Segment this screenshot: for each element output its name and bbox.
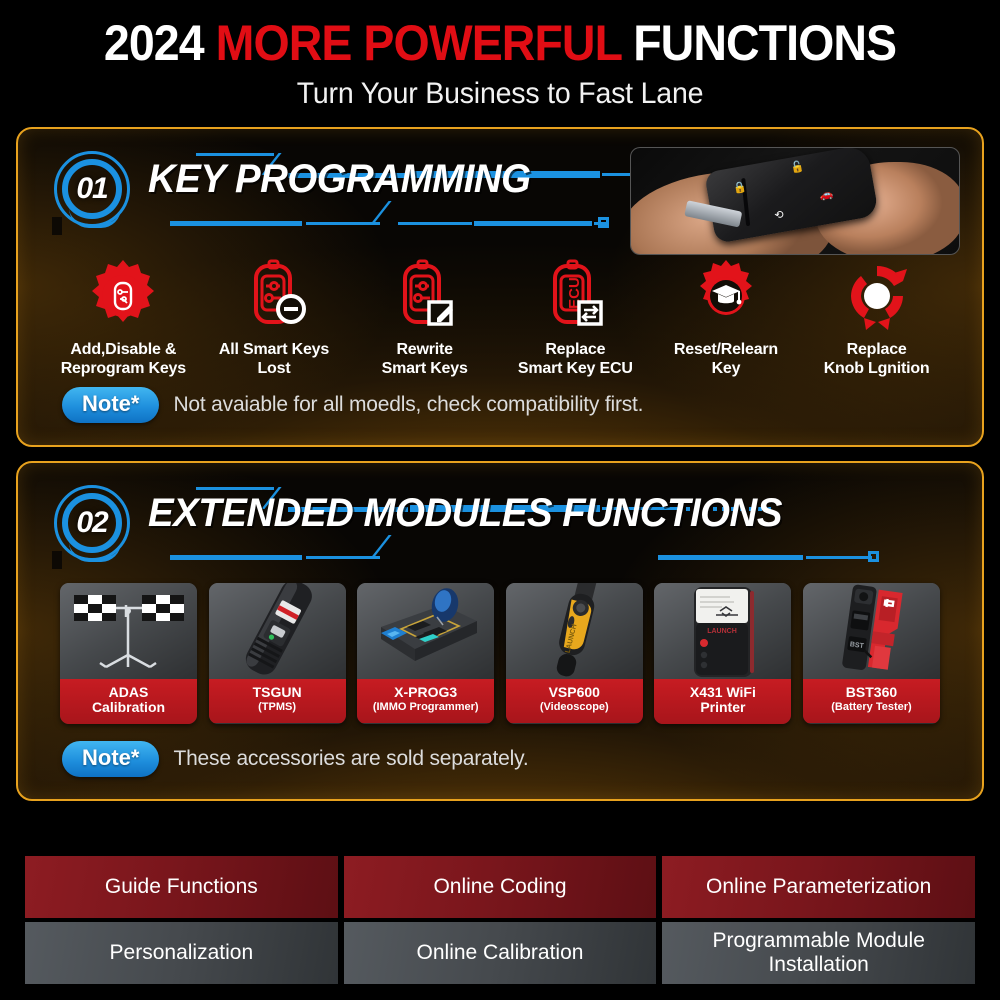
title-year: 2024 [103,15,205,71]
grid-cell-online-parameterization[interactable]: Online Parameterization [662,856,975,918]
fob-trunk-icon: 🚗 [818,187,835,203]
badge-gap-decor [52,551,62,569]
feature-replace-knob-ignition[interactable]: Replace Knob Lgnition [802,257,952,379]
x431-wifi-printer-image: LAUNCH [654,583,792,679]
product-label: BST360 (Battery Tester) [802,679,940,723]
grid-cell-personalization[interactable]: Personalization [25,922,338,984]
product-card-row: ADAS Calibration TSGUN (TPMS) X-PROG3 (I… [18,583,982,724]
note-badge: Note* [62,741,160,777]
section-title-01: KEY PROGRAMMING [148,157,531,201]
grid-cell-online-calibration[interactable]: Online Calibration [343,922,657,984]
note-row-02: Note* These accessories are sold separat… [62,741,529,777]
grid-cell-online-coding[interactable]: Online Coding [343,856,657,918]
product-label: X-PROG3 (IMMO Programmer) [357,679,495,723]
feature-label: Reset/Relearn Key [673,341,779,377]
fob-remote-start-icon: ⟲ [773,208,785,223]
xprog3-immo-programmer-image [357,583,495,679]
grid-cell-guide-functions[interactable]: Guide Functions [25,856,338,918]
badge-gap-decor [52,217,62,235]
key-ecu-swap-icon: ECU [500,257,650,335]
product-label: VSP600 (Videoscope) [505,679,643,723]
bst360-battery-tester-image: BST [802,583,940,679]
product-card-bst360[interactable]: BST BST360 (Battery Tester) [802,583,940,724]
page-header: 2024 MORE POWERFUL FUNCTIONS Turn Your B… [0,0,1000,111]
feature-add-disable-reprogram-keys[interactable]: Add,Disable & Reprogram Keys [48,257,198,379]
note-badge: Note* [62,387,160,423]
feature-label: Replace Knob Lgnition [823,341,930,377]
section-title-02: EXTENDED MODULES FUNCTIONS [148,491,782,535]
note-text: These accessories are sold separately. [173,747,529,770]
grid-cell-programmable-module[interactable]: Programmable Module Installation [662,922,975,984]
tsgun-tpms-tool-image [208,583,346,679]
product-label: ADAS Calibration [60,679,197,724]
section-key-programming: 01 KEY PROGRAMMING 🔒 🔓 🚗 ⟲ Add,Disable &… [16,127,984,447]
product-card-xprog3[interactable]: X-PROG3 (IMMO Programmer) [357,583,495,724]
feature-all-smart-keys-lost[interactable]: All Smart Keys Lost [199,257,349,379]
section-number-02: 02 [76,506,108,539]
section-extended-modules: 02 EXTENDED MODULES FUNCTIONS ADAS Calib… [16,461,984,801]
section-number-01: 01 [76,172,108,205]
knob-rotate-icon [802,257,952,335]
feature-replace-smart-key-ecu[interactable]: ECU Replace Smart Key ECU [500,257,650,379]
feature-label: Replace Smart Key ECU [517,341,633,377]
key-fob-photo: 🔒 🔓 🚗 ⟲ [630,147,960,255]
title-tail: FUNCTIONS [633,15,897,71]
product-card-adas[interactable]: ADAS Calibration [60,583,197,724]
note-row-01: Note* Not avaiable for all moedls, check… [62,387,644,423]
feature-label: All Smart Keys Lost [218,341,330,377]
product-card-vsp600[interactable]: LAUNCH VSP600 (Videoscope) [505,583,643,724]
section-01-header: 01 KEY PROGRAMMING 🔒 🔓 🚗 ⟲ [18,129,982,255]
feature-reset-relearn-key[interactable]: Reset/Relearn Key [651,257,801,379]
key-minus-icon [199,257,349,335]
fob-unlock-icon: 🔓 [789,160,806,175]
section-02-header: 02 EXTENDED MODULES FUNCTIONS [18,463,982,573]
note-text: Not avaiable for all moedls, check compa… [173,393,644,416]
gear-graduation-icon [651,257,801,335]
gear-key-icon [48,257,198,335]
svg-text:LAUNCH: LAUNCH [708,628,738,635]
feature-rewrite-smart-keys[interactable]: Rewrite Smart Keys [350,257,500,379]
key-feature-row: Add,Disable & Reprogram Keys All Smart K… [18,257,982,379]
product-label: X431 WiFi Printer [654,679,792,724]
page-subtitle: Turn Your Business to Fast Lane [296,77,704,110]
feature-label: Rewrite Smart Keys [381,341,468,377]
section-number-badge-01: 01 [54,151,130,228]
page-title: 2024 MORE POWERFUL FUNCTIONS [35,18,965,68]
adas-calibration-frame-image [60,583,197,679]
vsp600-videoscope-image: LAUNCH [505,583,643,679]
function-grid: Guide Functions Online Coding Online Par… [25,856,975,984]
key-pencil-icon [350,257,500,335]
product-card-tsgun[interactable]: TSGUN (TPMS) [208,583,346,724]
feature-label: Add,Disable & Reprogram Keys [60,341,186,377]
product-label: TSGUN (TPMS) [208,679,346,723]
product-card-x431-printer[interactable]: LAUNCH X431 WiFi Printer [654,583,792,724]
fob-lock-icon: 🔒 [732,180,748,195]
section-number-badge-02: 02 [54,485,130,562]
title-highlight: MORE POWERFUL [215,15,622,71]
